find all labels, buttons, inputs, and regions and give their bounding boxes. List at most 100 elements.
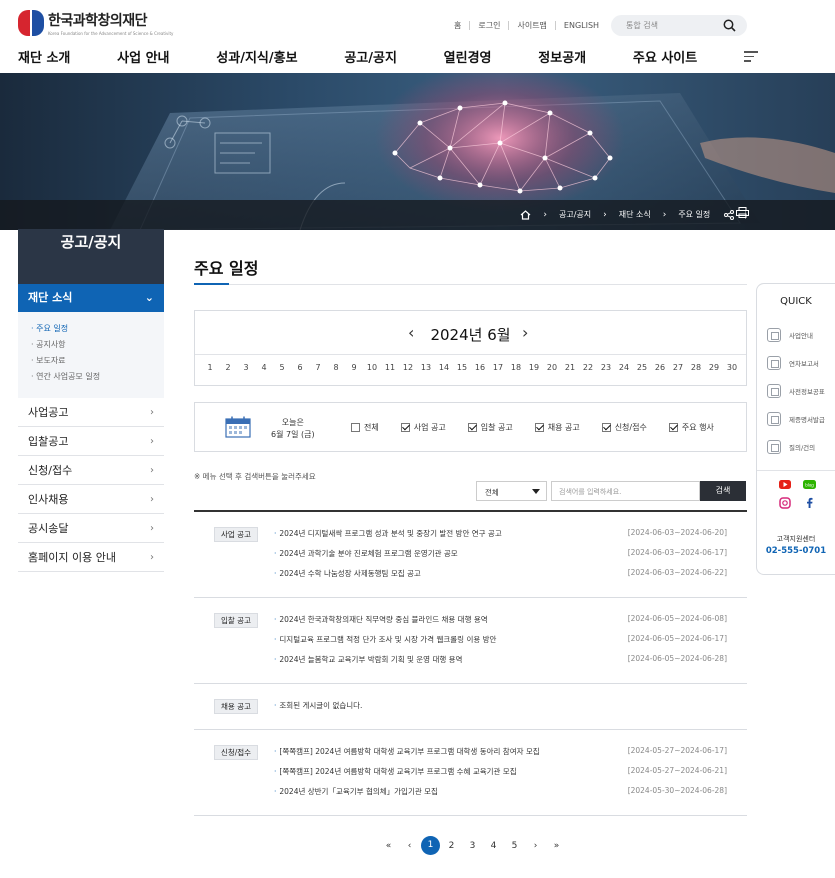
calendar-day[interactable]: 22 (579, 363, 597, 372)
schedule-title[interactable]: · 2024년 과학기술 분야 진로체험 프로그램 운영기관 공모 (274, 548, 458, 559)
filter-checkbox[interactable]: 채용 공고 (534, 422, 580, 433)
next-month-button[interactable]: › (522, 323, 528, 342)
page-1-button[interactable]: 1 (421, 836, 440, 855)
calendar-day[interactable]: 10 (363, 363, 381, 372)
schedule-row[interactable]: · 2024년 디지털새싹 프로그램 성과 분석 및 중장기 발전 방안 연구 공… (274, 528, 727, 542)
search-icon[interactable] (723, 19, 736, 32)
nav-item-notices[interactable]: 공고/공지 (344, 47, 397, 66)
calendar-day[interactable]: 28 (687, 363, 705, 372)
schedule-row[interactable]: · 2024년 과학기술 분야 진로체험 프로그램 운영기관 공모 [2024-06… (274, 548, 727, 562)
filter-checkbox[interactable]: 주요 행사 (668, 422, 714, 433)
filter-checkbox[interactable]: 전체 (351, 422, 379, 433)
schedule-title[interactable]: · 2024년 늘봄학교 교육기부 박람회 기획 및 운영 대행 용역 (274, 654, 462, 665)
calendar-day[interactable]: 4 (255, 363, 273, 372)
nav-item-disclosure[interactable]: 정보공개 (538, 47, 586, 66)
page-3-button[interactable]: 3 (462, 841, 483, 851)
home-icon[interactable] (520, 209, 531, 220)
sidebar-sub-item-press[interactable]: · 보도자료 (31, 353, 164, 369)
sidebar-item-public-service[interactable]: 공시송달 › (18, 514, 164, 543)
search-category-select[interactable]: 전체 (476, 481, 547, 501)
calendar-day[interactable]: 25 (633, 363, 651, 372)
youtube-icon[interactable] (779, 480, 791, 489)
global-search-input[interactable]: 통합 검색 (611, 15, 747, 36)
calendar-day[interactable]: 26 (651, 363, 669, 372)
nav-item-open-management[interactable]: 열린경영 (444, 47, 492, 66)
calendar-day[interactable]: 3 (237, 363, 255, 372)
checkbox-box[interactable] (467, 423, 477, 432)
last-page-button[interactable]: » (546, 841, 567, 851)
schedule-title[interactable]: · 디지털교육 프로그램 적정 단가 조사 및 시장 가격 웹크롤링 이용 방안 (274, 634, 496, 645)
calendar-day[interactable]: 17 (489, 363, 507, 372)
calendar-day[interactable]: 30 (723, 363, 741, 372)
nav-item-about[interactable]: 재단 소개 (18, 47, 70, 66)
calendar-day[interactable]: 7 (309, 363, 327, 372)
schedule-row[interactable]: · [쪽쪽캠프] 2024년 여름방학 대학생 교육기부 프로그램 수혜 교육기관… (274, 766, 727, 780)
schedule-row[interactable]: · 2024년 한국과학창의재단 직무역량 중심 블라인드 채용 대행 용역 [20… (274, 614, 727, 628)
nav-item-main-sites[interactable]: 주요 사이트 (633, 47, 697, 66)
search-button[interactable]: 검색 (700, 481, 746, 501)
share-icon[interactable] (724, 209, 735, 220)
schedule-title[interactable]: · 2024년 한국과학창의재단 직무역량 중심 블라인드 채용 대행 용역 (274, 614, 488, 625)
checkbox-box[interactable] (534, 423, 544, 432)
quick-item-business[interactable]: 사업안내 (767, 327, 835, 343)
schedule-row[interactable]: · 디지털교육 프로그램 적정 단가 조사 및 시장 가격 웹크롤링 이용 방안 [… (274, 634, 727, 648)
calendar-day[interactable]: 19 (525, 363, 543, 372)
page-2-button[interactable]: 2 (441, 841, 462, 851)
calendar-day[interactable]: 16 (471, 363, 489, 372)
checkbox-box[interactable] (668, 423, 678, 432)
sidebar-sub-item-announcements[interactable]: · 공지사항 (31, 337, 164, 353)
calendar-day[interactable]: 12 (399, 363, 417, 372)
calendar-day[interactable]: 29 (705, 363, 723, 372)
calendar-day[interactable]: 2 (219, 363, 237, 372)
menu-icon[interactable] (743, 51, 758, 66)
quick-item-certificate[interactable]: 제증명서발급 (767, 411, 835, 427)
schedule-row[interactable]: · 2024년 수학 나눔성장 사제동행팀 모집 공고 [2024-06-03~20… (274, 568, 727, 582)
calendar-day[interactable]: 1 (201, 363, 219, 372)
page-5-button[interactable]: 5 (504, 841, 525, 851)
schedule-title[interactable]: · [쪽쪽캠프] 2024년 여름방학 대학생 교육기부 프로그램 수혜 교육기관… (274, 766, 517, 777)
sidebar-item-bid-notice[interactable]: 입찰공고 › (18, 427, 164, 456)
sidebar-item-application[interactable]: 신청/접수 › (18, 456, 164, 485)
calendar-day[interactable]: 6 (291, 363, 309, 372)
calendar-day[interactable]: 5 (273, 363, 291, 372)
util-english-link[interactable]: ENGLISH (554, 21, 607, 30)
first-page-button[interactable]: « (378, 841, 399, 851)
schedule-row[interactable]: · 2024년 상반기「교육기부 협의체」가입기관 모집 [2024-05-30~2… (274, 786, 727, 800)
sidebar-item-news-active[interactable]: 재단 소식 ⌄ (18, 284, 164, 312)
filter-checkbox[interactable]: 신청/접수 (601, 422, 647, 433)
calendar-day[interactable]: 8 (327, 363, 345, 372)
calendar-day[interactable]: 24 (615, 363, 633, 372)
sidebar-sub-item-annual-schedule[interactable]: · 연간 사업공모 일정 (31, 369, 164, 385)
nav-item-business[interactable]: 사업 안내 (117, 47, 169, 66)
checkbox-box[interactable] (601, 423, 611, 432)
sidebar-item-homepage-guide[interactable]: 홈페이지 이용 안내 › (18, 543, 164, 572)
print-icon[interactable] (736, 207, 749, 218)
facebook-icon[interactable] (807, 497, 813, 508)
nav-item-results[interactable]: 성과/지식/홍보 (216, 47, 297, 66)
filter-checkbox[interactable]: 입찰 공고 (467, 422, 513, 433)
calendar-day[interactable]: 23 (597, 363, 615, 372)
sidebar-item-recruit[interactable]: 인사채용 › (18, 485, 164, 514)
util-home-link[interactable]: 홈 (446, 21, 469, 30)
schedule-title[interactable]: · 2024년 디지털새싹 프로그램 성과 분석 및 중장기 발전 방안 연구 공… (274, 528, 502, 539)
breadcrumb-item-current[interactable]: 주요 일정 (678, 209, 710, 220)
customer-center-tel[interactable]: 02-555-0701 (757, 545, 835, 557)
page-4-button[interactable]: 4 (483, 841, 504, 851)
checkbox-box[interactable] (351, 423, 360, 432)
sidebar-item-business-notice[interactable]: 사업공고 › (18, 398, 164, 427)
quick-item-disclosure[interactable]: 사전정보공표 (767, 383, 835, 399)
schedule-title[interactable]: · [쪽쪽캠프] 2024년 여름방학 대학생 교육기부 프로그램 대학생 동아리… (274, 746, 540, 757)
sidebar-sub-item-schedule[interactable]: · 주요 일정 (31, 321, 164, 337)
schedule-row[interactable]: · [쪽쪽캠프] 2024년 여름방학 대학생 교육기부 프로그램 대학생 동아리… (274, 746, 727, 760)
util-login-link[interactable]: 로그인 (469, 21, 508, 30)
calendar-day[interactable]: 9 (345, 363, 363, 372)
prev-page-button[interactable]: ‹ (399, 841, 420, 851)
calendar-day[interactable]: 20 (543, 363, 561, 372)
next-page-button[interactable]: › (525, 841, 546, 851)
quick-item-annual-report[interactable]: 연차보고서 (767, 355, 835, 371)
quick-item-inquiry[interactable]: 질의/건의 (767, 439, 835, 455)
blog-icon[interactable]: blog (803, 480, 816, 489)
schedule-search-input[interactable]: 검색어를 입력하세요. (551, 481, 700, 501)
calendar-day[interactable]: 27 (669, 363, 687, 372)
calendar-day[interactable]: 15 (453, 363, 471, 372)
